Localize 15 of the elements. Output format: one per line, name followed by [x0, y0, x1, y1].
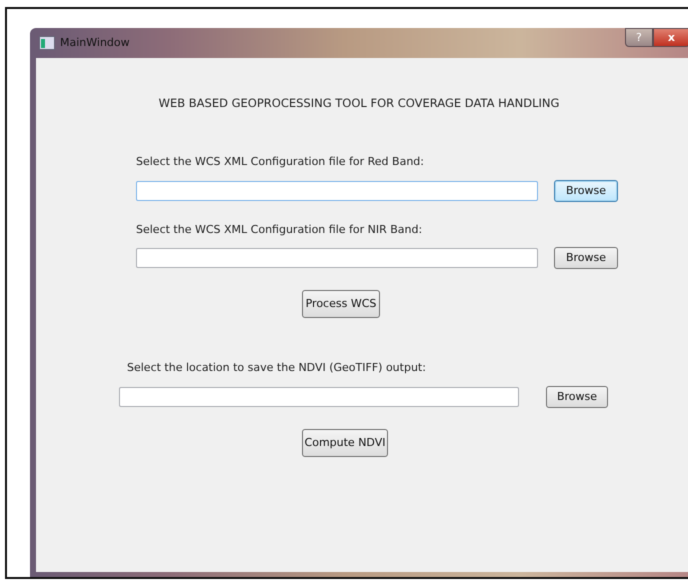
field-label: Select the WCS XML Configuration file for NIR Band: — [136, 222, 424, 238]
process-wcs-button[interactable]: Process WCS — [302, 290, 380, 318]
browse-button[interactable]: Browse — [546, 386, 608, 408]
field-label: Select the WCS XML Configuration file for Red Band: — [136, 154, 425, 170]
file-path-field[interactable] — [136, 180, 538, 201]
heading: WEB BASED GEOPROCESSING TOOL FOR COVERAGE DATA HANDLING — [158, 95, 560, 112]
file-path-field[interactable] — [136, 248, 538, 268]
compute-ndvi-button[interactable]: Compute NDVI — [302, 428, 388, 457]
browse-button[interactable]: Browse — [554, 247, 618, 270]
app-icon — [39, 36, 55, 50]
close-button[interactable]: x — [652, 28, 688, 47]
browse-button[interactable]: Browse — [554, 180, 618, 202]
file-path-field[interactable] — [119, 386, 519, 407]
field-label: Select the location to save the NDVI (GeoTIFF) output: — [127, 360, 427, 376]
window-title: MainWindow — [60, 34, 130, 51]
